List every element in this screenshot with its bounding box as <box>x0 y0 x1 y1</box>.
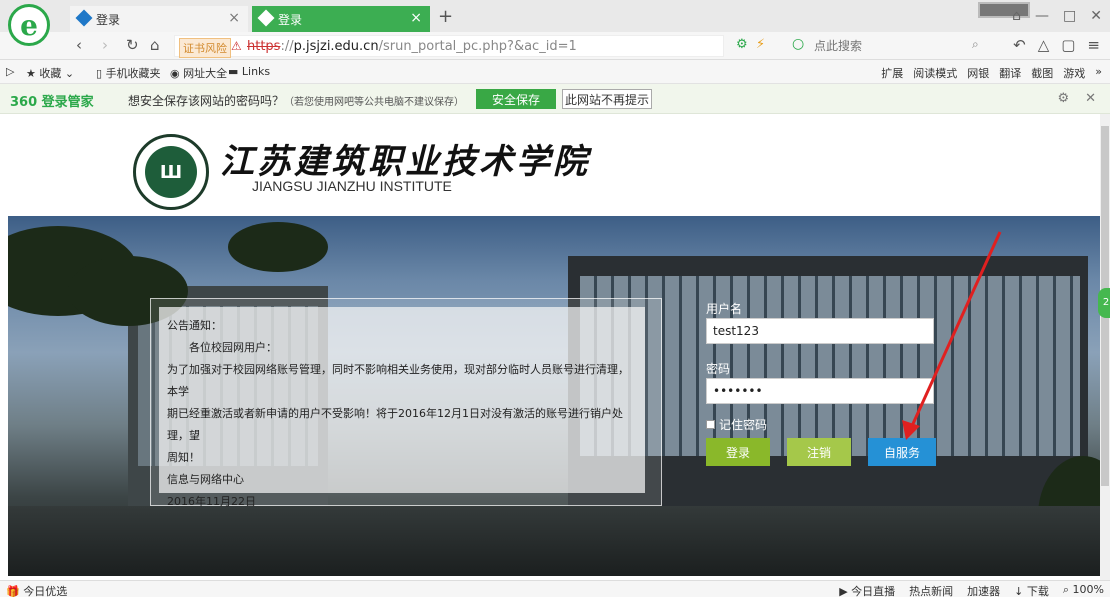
school-name-cn: 江苏建筑职业技术学院 <box>220 142 590 182</box>
search-box: ⚙ ⚡ ○ ⌕ <box>734 35 984 57</box>
close-icon[interactable]: ✕ <box>1085 91 1096 106</box>
bookmark-directory[interactable]: ◉ 网址大全 <box>170 65 227 81</box>
new-tab-button[interactable]: + <box>438 6 453 27</box>
accelerator-button[interactable]: 加速器 <box>967 583 1000 597</box>
reader-mode-button[interactable]: 阅读模式 <box>913 65 957 81</box>
maximize-icon[interactable]: □ <box>1063 8 1076 24</box>
tab-bar: e 登录 × 登录 × + ⌂ — □ ✕ <box>0 0 1110 46</box>
home-icon[interactable]: ⌂ <box>150 36 160 54</box>
menu-icon[interactable]: ≡ <box>1087 36 1100 54</box>
self-service-button[interactable]: 自服务 <box>868 438 936 466</box>
page-content: Ш 江苏建筑职业技术学院 JIANGSU JIANZHU INSTITUTE 公… <box>0 114 1100 580</box>
notice-content: 公告通知： 各位校园网用户： 为了加强对于校园网络账号管理，同时不影响相关业务使… <box>159 307 645 508</box>
settings-gear-icon[interactable]: ⚙ <box>1057 91 1069 106</box>
toolbar-actions: ↶ △ ▢ ≡ <box>1013 36 1100 54</box>
login-button[interactable]: 登录 <box>706 438 770 466</box>
gear-icon[interactable]: ⚙ <box>736 37 748 52</box>
tab-login-1[interactable]: 登录 × <box>70 6 248 32</box>
school-name-en: JIANGSU JIANZHU INSTITUTE <box>252 178 452 194</box>
lightning-icon[interactable]: ⚡ <box>756 37 765 52</box>
daily-picks-link[interactable]: 🎁 今日优选 <box>6 583 67 597</box>
browser-logo-icon[interactable]: e <box>8 4 50 46</box>
checkbox-box[interactable] <box>706 420 715 429</box>
url-path: /srun_portal_pc.php?&ac_id=1 <box>378 39 577 54</box>
refresh-icon[interactable]: ↻ <box>126 36 139 54</box>
logout-button[interactable]: 注销 <box>787 438 851 466</box>
status-bar: 🎁 今日优选 ▶ 今日直播 热点新闻 加速器 ↓ 下载 ⌕ 100% <box>0 580 1110 597</box>
username-label: 用户名 <box>706 302 743 316</box>
bookmark-mobile[interactable]: ▯ 手机收藏夹 <box>96 65 161 81</box>
notice-signature: 信息与网络中心 <box>167 473 244 486</box>
password-manager-brand: 360 登录管家 <box>10 95 94 110</box>
safe-save-button[interactable]: 安全保存 <box>476 89 556 109</box>
insecure-lock-icon: ⚠ <box>231 39 242 53</box>
remember-label: 记住密码 <box>719 418 768 432</box>
bookmarks-bar: ▷ ★ 收藏 ⌄ ▯ 手机收藏夹 ◉ 网址大全 ▬ Links 扩展 阅读模式 … <box>0 60 1110 84</box>
undo-icon[interactable]: ↶ <box>1013 36 1026 54</box>
extension-bar: 扩展 阅读模式 网银 翻译 截图 游戏 » <box>881 65 1102 81</box>
remember-password-checkbox[interactable]: 记住密码 <box>706 416 767 433</box>
close-tab-icon[interactable]: × <box>410 10 422 26</box>
vertical-scrollbar[interactable] <box>1100 114 1110 580</box>
extensions-menu[interactable]: 扩展 <box>881 65 903 81</box>
screenshot-button[interactable]: 截图 <box>1031 65 1053 81</box>
skin-icon[interactable]: ⌂ <box>1012 8 1021 24</box>
online-banking-button[interactable]: 网银 <box>967 65 989 81</box>
search-icon[interactable]: ⌕ <box>972 37 979 52</box>
search-input[interactable] <box>814 36 974 56</box>
site-favicon-icon <box>75 9 93 27</box>
sidebar-toggle-icon[interactable]: ▷ <box>6 65 14 78</box>
school-emblem-logo: Ш <box>133 134 209 210</box>
notice-title: 公告通知： <box>167 319 222 332</box>
back-icon[interactable]: ‹ <box>76 36 82 54</box>
password-label: 密码 <box>706 362 731 376</box>
status-bar-actions: ▶ 今日直播 热点新闻 加速器 ↓ 下载 ⌕ 100% <box>839 583 1104 597</box>
notice-body-line: 周知！ <box>167 451 200 464</box>
games-button[interactable]: 游戏 <box>1063 65 1085 81</box>
cert-warning-badge[interactable]: 证书风险 <box>179 38 231 58</box>
notice-body-line: 为了加强对于校园网络账号管理，同时不影响相关业务使用，现对部分临时人员账号进行清… <box>167 363 629 398</box>
tree-shape <box>228 222 328 272</box>
tab-title: 登录 <box>96 13 121 27</box>
sidebar-icon[interactable]: ▢ <box>1061 36 1075 54</box>
site-favicon-icon <box>257 9 275 27</box>
search-engine-icon[interactable]: ○ <box>792 36 804 52</box>
ground-shape <box>8 506 1100 576</box>
notice-panel: 公告通知： 各位校园网用户： 为了加强对于校园网络账号管理，同时不影响相关业务使… <box>150 298 662 508</box>
tab-login-2[interactable]: 登录 × <box>252 6 430 32</box>
password-field[interactable] <box>706 378 934 404</box>
minimize-icon[interactable]: — <box>1035 8 1049 24</box>
bookmark-favorites[interactable]: ★ 收藏 ⌄ <box>26 65 74 81</box>
url-text: https://p.jsjzi.edu.cn/srun_portal_pc.ph… <box>247 39 577 54</box>
password-save-prompt: 想安全保存该网站的密码吗？（若您使用网吧等公共电脑不建议保存） <box>128 94 465 108</box>
forward-icon[interactable]: › <box>102 36 108 54</box>
hot-news-button[interactable]: 热点新闻 <box>909 583 953 597</box>
password-bar-actions: ⚙ ✕ <box>1057 91 1096 106</box>
more-chevron-icon[interactable]: » <box>1095 65 1102 81</box>
translate-button[interactable]: 翻译 <box>999 65 1021 81</box>
tab-title: 登录 <box>278 13 303 27</box>
live-today-button[interactable]: ▶ 今日直播 <box>839 583 895 597</box>
close-window-icon[interactable]: ✕ <box>1090 8 1102 24</box>
url-protocol: https <box>247 39 281 54</box>
username-field[interactable] <box>706 318 934 344</box>
url-host: p.jsjzi.edu.cn <box>293 39 379 54</box>
window-controls: ⌂ — □ ✕ <box>1012 8 1102 24</box>
password-manager-bar: 360 登录管家 想安全保存该网站的密码吗？（若您使用网吧等公共电脑不建议保存）… <box>0 84 1110 114</box>
close-tab-icon[interactable]: × <box>228 10 240 26</box>
download-button[interactable]: ↓ 下载 <box>1014 583 1049 597</box>
notice-greeting: 各位校园网用户： <box>189 341 277 354</box>
notice-body-line: 期已经重激活或者新申请的用户不受影响！将于2016年12月1日对没有激活的账号进… <box>167 407 623 442</box>
bookmark-links[interactable]: ▬ Links <box>228 65 270 78</box>
side-float-widget-icon[interactable]: 2 <box>1098 288 1110 318</box>
address-bar: ‹ › ↻ ⌂ 证书风险 ⚠ https://p.jsjzi.edu.cn/sr… <box>0 32 1110 60</box>
zoom-level[interactable]: ⌕ 100% <box>1063 583 1104 597</box>
notice-date: 2016年11月22日 <box>167 495 256 508</box>
emblem-inner-icon: Ш <box>145 146 197 198</box>
url-field[interactable]: 证书风险 ⚠ https://p.jsjzi.edu.cn/srun_porta… <box>174 35 724 58</box>
never-for-site-button[interactable]: 此网站不再提示 <box>562 89 652 109</box>
user-icon[interactable]: △ <box>1038 36 1050 54</box>
